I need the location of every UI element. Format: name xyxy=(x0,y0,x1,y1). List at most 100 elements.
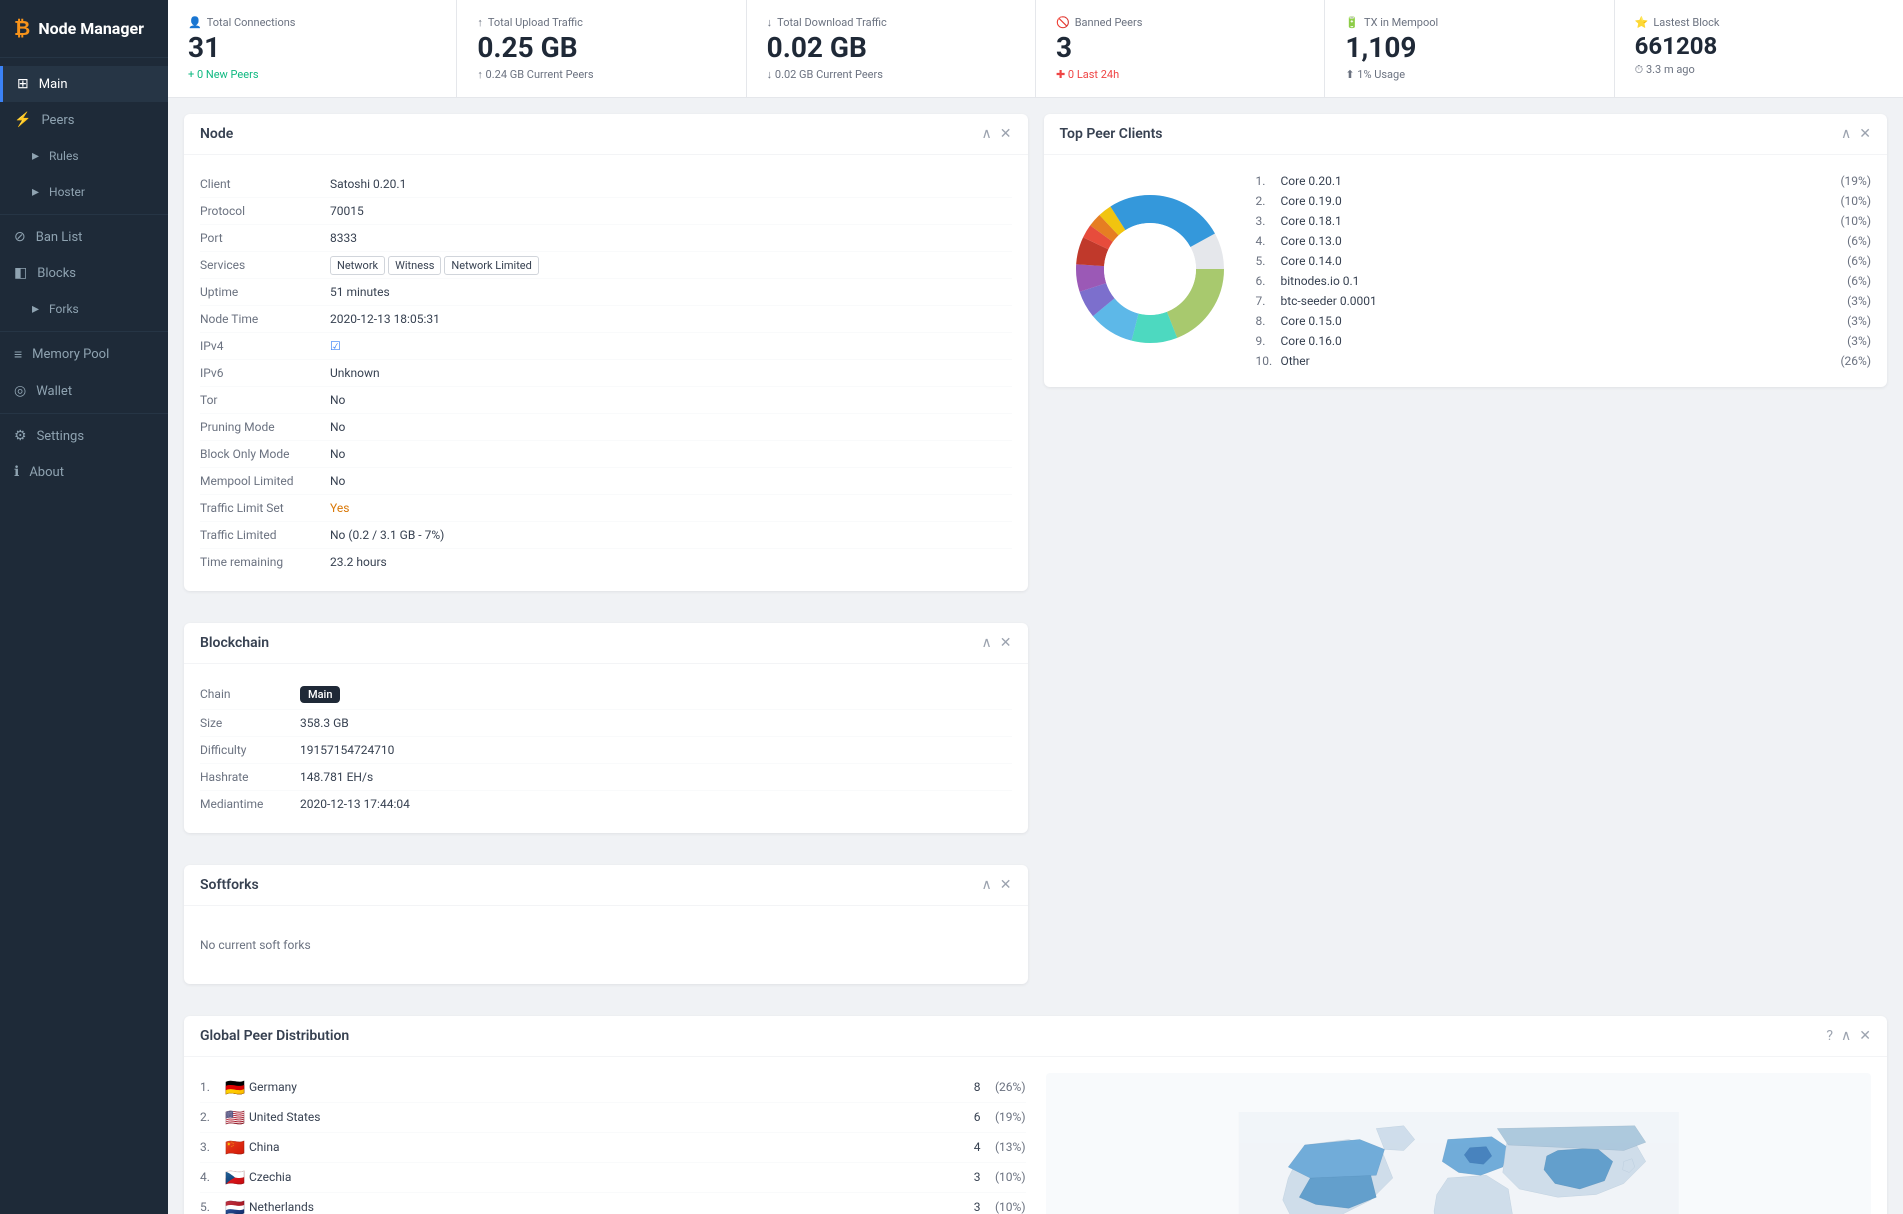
softforks-card-body: No current soft forks xyxy=(184,906,1028,984)
top-peer-collapse-icon[interactable]: ∧ xyxy=(1841,126,1851,142)
global-peer-dist-title: Global Peer Distribution xyxy=(200,1028,349,1044)
global-peer-close-icon[interactable]: ✕ xyxy=(1859,1028,1871,1044)
sidebar-label-main: Main xyxy=(39,77,68,92)
sidebar-item-forks[interactable]: ▸ Forks xyxy=(0,291,168,327)
node-card-title: Node xyxy=(200,126,233,142)
top-row: Node ∧ ✕ ClientSatoshi 0.20.1Protocol700… xyxy=(184,114,1887,1000)
global-peer-dist-card: Global Peer Distribution ? ∧ ✕ 1. 🇩🇪 Ger… xyxy=(184,1016,1887,1214)
node-row-value: Yes xyxy=(330,501,1012,515)
node-row-label: Tor xyxy=(200,393,330,407)
blockchain-close-icon[interactable]: ✕ xyxy=(1000,635,1012,651)
peer-dist-flag: 🇨🇳 xyxy=(225,1138,249,1157)
sidebar-item-main[interactable]: ⊞ Main xyxy=(0,66,168,102)
sidebar-label-hoster: Hoster xyxy=(49,185,85,199)
stat-download-sub: ↓ 0.02 GB Current Peers xyxy=(767,68,1015,81)
sidebar-item-about[interactable]: ℹ About xyxy=(0,454,168,490)
peer-dist-row: 2. 🇺🇸 United States 6 (19%) xyxy=(200,1103,1026,1133)
stat-download-value: 0.02 GB xyxy=(767,33,1015,64)
rules-icon: ▸ xyxy=(32,148,39,164)
stat-connections-label: 👤 Total Connections xyxy=(188,16,436,29)
sidebar-label-about: About xyxy=(29,465,64,480)
node-row-label: Traffic Limit Set xyxy=(200,501,330,515)
blockchain-card-controls: ∧ ✕ xyxy=(982,635,1012,651)
stat-lastblock-sub: ⏱ 3.3 m ago xyxy=(1635,63,1883,77)
stat-mempool: 🔋 TX in Mempool 1,109 ⬆ 1% Usage xyxy=(1325,0,1614,97)
blockchain-row-label: Mediantime xyxy=(200,797,300,811)
peer-dist-count: 4 xyxy=(951,1140,981,1154)
sidebar-item-banlist[interactable]: ⊘ Ban List xyxy=(0,219,168,255)
node-row: Pruning ModeNo xyxy=(200,414,1012,441)
node-row: Traffic Limit SetYes xyxy=(200,495,1012,522)
node-row: Node Time2020-12-13 18:05:31 xyxy=(200,306,1012,333)
blockchain-card-header: Blockchain ∧ ✕ xyxy=(184,623,1028,664)
node-row-value: No xyxy=(330,474,1012,488)
blockchain-card: Blockchain ∧ ✕ ChainMainSize358.3 GBDiff… xyxy=(184,623,1028,833)
node-close-icon[interactable]: ✕ xyxy=(1000,126,1012,142)
banlist-icon: ⊘ xyxy=(14,229,26,245)
top-peer-close-icon[interactable]: ✕ xyxy=(1859,126,1871,142)
peer-list-item: 4. Core 0.13.0(6%) xyxy=(1256,231,1872,251)
blockchain-collapse-icon[interactable]: ∧ xyxy=(982,635,992,651)
peer-list-item: 9. Core 0.16.0(3%) xyxy=(1256,331,1872,351)
peer-dist-pct: (10%) xyxy=(981,1200,1026,1214)
stat-lastblock: ⭐ Lastest Block 661208 ⏱ 3.3 m ago xyxy=(1615,0,1903,97)
softforks-collapse-icon[interactable]: ∧ xyxy=(982,877,992,893)
help-icon[interactable]: ? xyxy=(1826,1028,1833,1044)
peer-list: 1. Core 0.20.1(19%)2. Core 0.19.0(10%)3.… xyxy=(1256,171,1872,371)
left-col: Node ∧ ✕ ClientSatoshi 0.20.1Protocol700… xyxy=(184,114,1028,1000)
main-icon: ⊞ xyxy=(17,76,29,92)
node-row: Block Only ModeNo xyxy=(200,441,1012,468)
sidebar-item-mempool[interactable]: ≡ Memory Pool xyxy=(0,336,168,373)
world-map xyxy=(1046,1073,1872,1214)
peer-dist-flag: 🇨🇿 xyxy=(225,1168,249,1187)
softforks-close-icon[interactable]: ✕ xyxy=(1000,877,1012,893)
node-row-label: IPv6 xyxy=(200,366,330,380)
node-row: TorNo xyxy=(200,387,1012,414)
node-row: Mempool LimitedNo xyxy=(200,468,1012,495)
sidebar-label-banlist: Ban List xyxy=(36,230,83,245)
node-row-value: No xyxy=(330,447,1012,461)
stat-banned: 🚫 Banned Peers 3 ✚ 0 Last 24h xyxy=(1036,0,1325,97)
stat-connections-value: 31 xyxy=(188,33,436,64)
sidebar-item-settings[interactable]: ⚙ Settings xyxy=(0,418,168,454)
global-peer-collapse-icon[interactable]: ∧ xyxy=(1841,1028,1851,1044)
node-row: Time remaining23.2 hours xyxy=(200,549,1012,575)
peer-dist-table: 1. 🇩🇪 Germany 8 (26%) 2. 🇺🇸 United State… xyxy=(200,1073,1026,1214)
global-peer-dist-controls: ? ∧ ✕ xyxy=(1826,1028,1871,1044)
peer-dist-country: Germany xyxy=(249,1080,951,1094)
sidebar-label-mempool: Memory Pool xyxy=(32,347,109,362)
sidebar-item-hoster[interactable]: ▸ Hoster xyxy=(0,174,168,210)
peer-list-item: 2. Core 0.19.0(10%) xyxy=(1256,191,1872,211)
blockchain-row: Size358.3 GB xyxy=(200,710,1012,737)
service-badge: Witness xyxy=(388,256,441,275)
blockchain-rows-container: ChainMainSize358.3 GBDifficulty191571547… xyxy=(200,680,1012,817)
stat-download: ↓ Total Download Traffic 0.02 GB ↓ 0.02 … xyxy=(747,0,1036,97)
sidebar: ₿ Node Manager ⊞ Main ⚡ Peers ▸ Rules ▸ … xyxy=(0,0,168,1214)
top-peer-clients-header: Top Peer Clients ∧ ✕ xyxy=(1044,114,1888,155)
peer-dist-layout: 1. 🇩🇪 Germany 8 (26%) 2. 🇺🇸 United State… xyxy=(200,1073,1871,1214)
peer-dist-row: 4. 🇨🇿 Czechia 3 (10%) xyxy=(200,1163,1026,1193)
node-row: Traffic LimitedNo (0.2 / 3.1 GB - 7%) xyxy=(200,522,1012,549)
node-rows-container: ClientSatoshi 0.20.1Protocol70015Port833… xyxy=(200,171,1012,575)
peer-list-item: 10. Other(26%) xyxy=(1256,351,1872,371)
stat-upload-value: 0.25 GB xyxy=(477,33,725,64)
sidebar-item-rules[interactable]: ▸ Rules xyxy=(0,138,168,174)
node-row-value: Unknown xyxy=(330,366,1012,380)
blockchain-row-value: 2020-12-13 17:44:04 xyxy=(300,797,410,811)
sidebar-label-blocks: Blocks xyxy=(37,266,76,281)
node-row-value: 51 minutes xyxy=(330,285,1012,299)
peer-dist-country: Netherlands xyxy=(249,1200,951,1214)
sidebar-item-wallet[interactable]: ◎ Wallet xyxy=(0,373,168,409)
sidebar-label-forks: Forks xyxy=(49,302,79,316)
blockchain-card-body: ChainMainSize358.3 GBDifficulty191571547… xyxy=(184,664,1028,833)
sidebar-label-peers: Peers xyxy=(41,113,74,128)
stat-connections-sub: + 0 New Peers xyxy=(188,68,436,81)
node-collapse-icon[interactable]: ∧ xyxy=(982,126,992,142)
peer-dist-row: 3. 🇨🇳 China 4 (13%) xyxy=(200,1133,1026,1163)
sidebar-item-peers[interactable]: ⚡ Peers xyxy=(0,102,168,138)
sidebar-item-blocks[interactable]: ◧ Blocks xyxy=(0,255,168,291)
world-map-svg xyxy=(1046,1112,1872,1214)
wallet-icon: ◎ xyxy=(14,383,26,399)
node-row-label: Mempool Limited xyxy=(200,474,330,488)
top-peer-clients-body: 1. Core 0.20.1(19%)2. Core 0.19.0(10%)3.… xyxy=(1044,155,1888,387)
